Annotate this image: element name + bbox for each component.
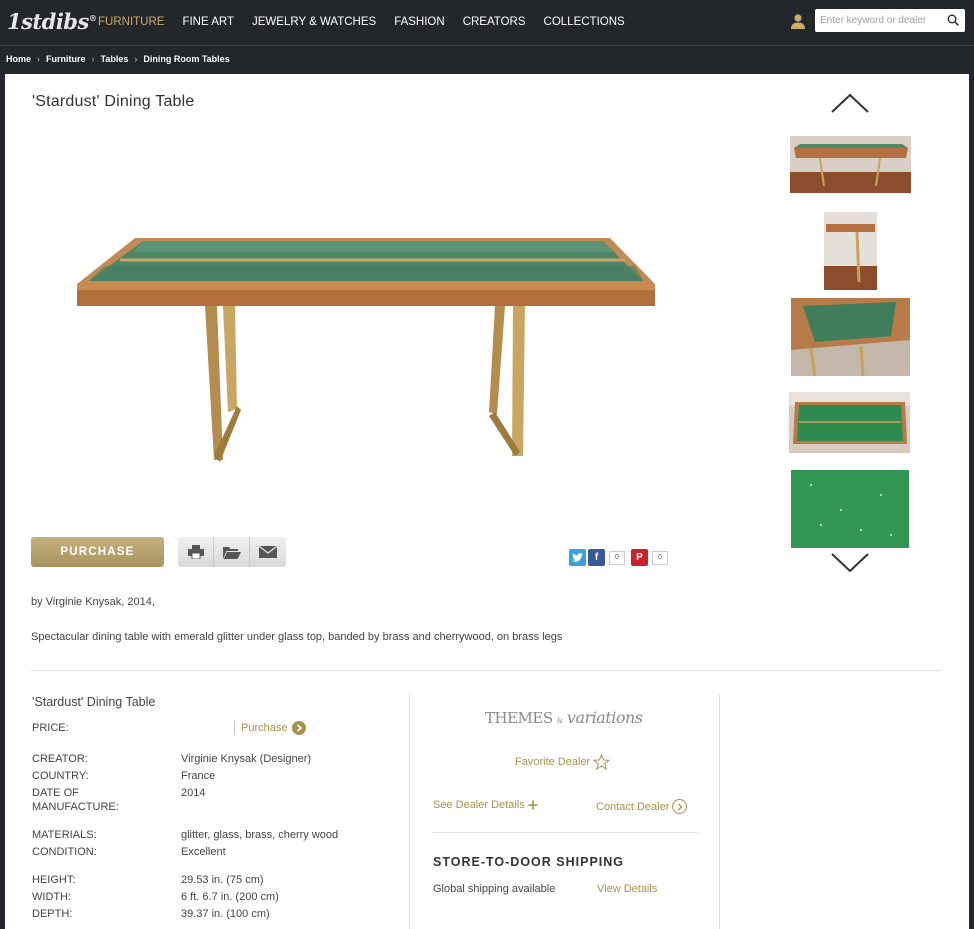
email-button[interactable] — [250, 537, 286, 567]
contact-dealer-label: Contact Dealer — [596, 800, 670, 813]
favorite-dealer-button[interactable]: Favorite Dealer — [515, 754, 611, 770]
price-label: PRICE: — [32, 722, 69, 734]
spec-value-date: 2014 — [181, 787, 206, 799]
breadcrumb-tables[interactable]: Tables — [101, 54, 129, 64]
page-title: 'Stardust' Dining Table — [32, 93, 195, 110]
spec-label-creator: CREATOR: — [32, 753, 88, 765]
see-dealer-details-link[interactable]: See Dealer Details — [433, 799, 538, 811]
thumbnail-2[interactable] — [824, 212, 877, 290]
spec-label-height: HEIGHT: — [32, 874, 76, 886]
chevron-right-icon: › — [134, 54, 138, 64]
spec-label-manufacture: MANUFACTURE: — [32, 801, 119, 813]
spec-label-date: DATE OF — [32, 787, 79, 799]
dealer-divider — [432, 832, 697, 833]
pinterest-count: 0 — [652, 550, 668, 565]
contact-dealer-link[interactable]: Contact Dealer — [596, 799, 688, 814]
spec-value-width: 6 ft. 6.7 in. (200 cm) — [181, 891, 279, 903]
nav-divider — [0, 45, 974, 46]
spec-value-creator: Virginie Knysak (Designer) — [181, 753, 312, 765]
social-share: f 0 P 0 — [569, 549, 674, 566]
search-icon[interactable] — [947, 14, 959, 26]
product-byline: by Virginie Knysak, 2014, — [31, 596, 155, 608]
pinterest-icon[interactable]: P — [631, 549, 648, 566]
dealer-logo[interactable]: THEMES & variations — [485, 708, 643, 727]
purchase-button[interactable]: PURCHASE — [31, 537, 164, 567]
tool-buttons — [178, 537, 286, 567]
product-card: 'Stardust' Dining Table PURCHASE f 0 P 0… — [5, 74, 969, 929]
breadcrumb-home[interactable]: Home — [6, 54, 31, 64]
shipping-title: STORE-TO-DOOR SHIPPING — [433, 855, 625, 869]
print-icon — [187, 545, 204, 559]
spec-label-depth: DEPTH: — [32, 908, 73, 920]
spec-label-width: WIDTH: — [32, 891, 72, 903]
thumbnail-5[interactable] — [791, 470, 909, 548]
price-purchase-link[interactable]: Purchase — [234, 720, 307, 735]
thumbnail-1[interactable] — [790, 136, 911, 193]
nav-fine-art[interactable]: FINE ART — [182, 16, 234, 28]
spec-value-materials: glitter, glass, brass, cherry wood — [181, 829, 339, 841]
user-icon[interactable] — [790, 13, 806, 29]
print-button[interactable] — [178, 537, 214, 567]
favorite-dealer-label: Favorite Dealer — [515, 756, 591, 768]
column-divider — [409, 694, 410, 929]
spec-value-condition: Excellent — [181, 846, 226, 858]
envelope-icon — [259, 546, 277, 558]
spec-label-condition: CONDITION: — [32, 846, 97, 858]
search-box — [815, 9, 965, 32]
breadcrumb-dining-room-tables[interactable]: Dining Room Tables — [143, 54, 229, 64]
nav-collections[interactable]: COLLECTIONS — [544, 16, 625, 28]
thumbnail-3[interactable] — [791, 298, 910, 376]
chevron-right-icon: › — [91, 54, 95, 64]
thumbnail-down-icon[interactable] — [830, 552, 870, 574]
chevron-right-icon: › — [37, 54, 41, 64]
star-icon — [593, 754, 611, 770]
top-nav: 1stdibs® FURNITURE FINE ART JEWELRY & WA… — [0, 0, 974, 45]
spec-title: 'Stardust' Dining Table — [32, 695, 156, 709]
product-main-image[interactable] — [65, 224, 665, 484]
spec-label-country: COUNTRY: — [32, 770, 89, 782]
save-folder-button[interactable] — [214, 537, 250, 567]
plus-icon — [528, 800, 538, 810]
arrow-right-icon — [292, 720, 307, 735]
folder-icon — [222, 546, 241, 559]
spec-value-height: 29.53 in. (75 cm) — [181, 874, 264, 886]
spec-label-materials: MATERIALS: — [32, 829, 97, 841]
nav-fashion[interactable]: FASHION — [394, 16, 444, 28]
column-divider — [719, 694, 720, 929]
divider — [31, 670, 942, 671]
shipping-view-details-link[interactable]: View Details — [597, 883, 657, 895]
nav-furniture[interactable]: FURNITURE — [98, 16, 164, 28]
purchase-link-label: Purchase — [241, 721, 288, 734]
site-logo[interactable]: 1stdibs® — [7, 9, 97, 34]
nav-creators[interactable]: CREATORS — [463, 16, 526, 28]
spec-value-depth: 39.37 in. (100 cm) — [181, 908, 270, 920]
thumbnail-4[interactable] — [789, 392, 910, 453]
spec-value-country: France — [181, 770, 216, 782]
shipping-text: Global shipping available — [433, 883, 556, 895]
facebook-count: 0 — [609, 550, 625, 565]
breadcrumb-furniture[interactable]: Furniture — [46, 54, 86, 64]
breadcrumb: Home › Furniture › Tables › Dining Room … — [6, 54, 230, 64]
facebook-icon[interactable]: f — [588, 549, 605, 566]
twitter-icon[interactable] — [569, 549, 586, 566]
search-input[interactable] — [815, 9, 943, 32]
nav-jewelry-watches[interactable]: JEWELRY & WATCHES — [252, 16, 376, 28]
product-description: Spectacular dining table with emerald gl… — [31, 631, 563, 643]
thumbnail-up-icon[interactable] — [830, 92, 870, 114]
arrow-right-icon — [672, 799, 688, 814]
main-nav: FURNITURE FINE ART JEWELRY & WATCHES FAS… — [98, 16, 643, 28]
see-dealer-details-label: See Dealer Details — [433, 799, 525, 811]
